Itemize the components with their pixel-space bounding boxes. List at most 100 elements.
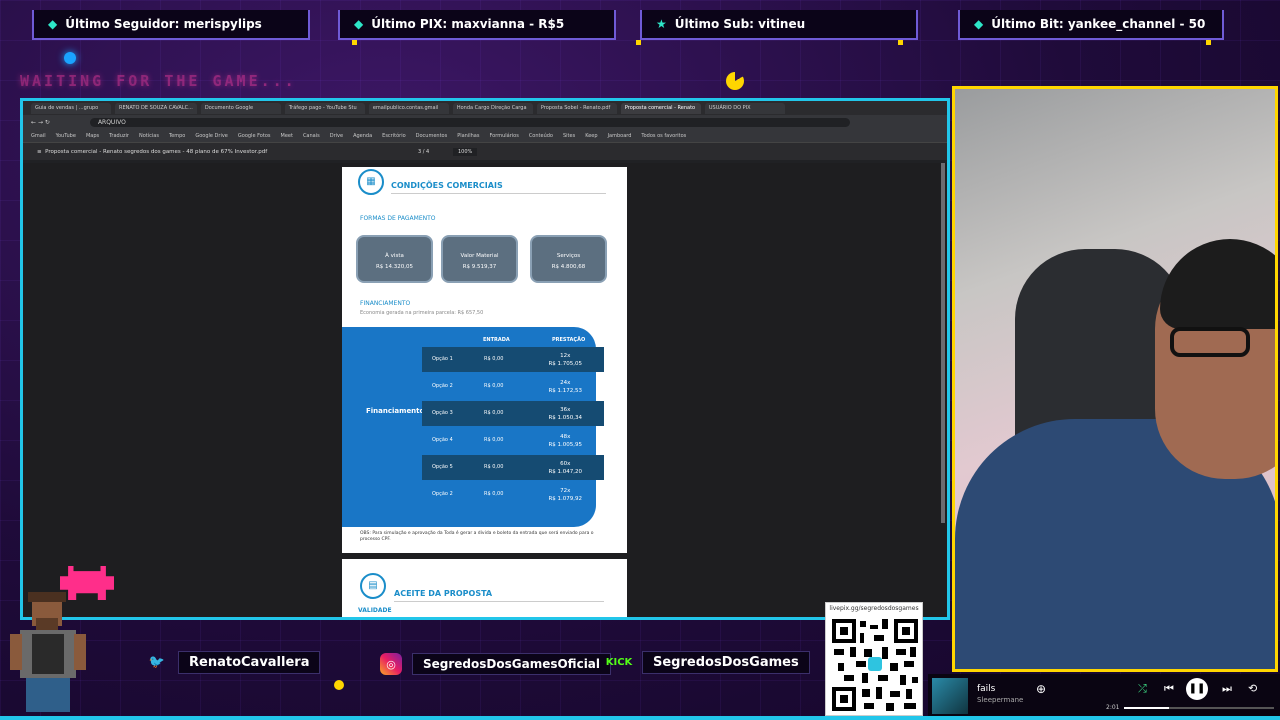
pix-icon: ◆ [354,17,364,31]
pdf-viewer[interactable]: ▦ CONDIÇÕES COMERCIAIS FORMAS DE PAGAMEN… [23,163,947,617]
row-value: R$ 1.079,92 [548,496,582,502]
bookmark-item[interactable]: Google Fotos [238,133,271,139]
add-icon[interactable]: ⊕ [1036,682,1046,696]
bookmark-item[interactable]: Gmail [31,133,46,139]
bookmark-item[interactable]: Notícias [139,133,159,139]
financing-row: Opção 1 R$ 0,00 12x R$ 1.705,05 [422,347,604,372]
browser-tab[interactable]: USUÁRIO DO PIX [704,102,785,114]
bookmark-item[interactable]: Conteúdo [529,133,553,139]
row-installment: 12x R$ 1.705,05 [548,352,582,368]
album-art [932,678,968,714]
browser-tab[interactable]: Tráfego pago - YouTube Stu [284,102,365,114]
row-term: 24x [560,380,571,386]
stat-last-pix: ◆ Último PIX: maxvianna - R$5 [338,10,616,40]
row-option: Opção 2 [432,491,453,497]
bookmark-item[interactable]: Keep [585,133,597,139]
qr-code-icon [830,617,920,713]
payment-heading: FORMAS DE PAGAMENTO [360,215,436,222]
bookmark-item[interactable]: Canais [303,133,320,139]
page-indicator[interactable]: 3 / 4 [418,149,429,155]
financing-row: Opção 4 R$ 0,00 48x R$ 1.005,95 [422,428,604,453]
back-icon[interactable]: ← [31,119,36,126]
financing-row: Opção 3 R$ 0,00 36x R$ 1.050,34 [422,401,604,426]
social-twitter[interactable]: 🐦 RenatoCavallera [146,650,321,674]
browser-tab-active[interactable]: Proposta comercial - Renato [620,102,701,114]
pay-option-label: Serviços [556,253,581,259]
row-value: R$ 1.705,05 [548,361,582,367]
instagram-icon: ◎ [380,653,402,675]
waiting-text: WAITING FOR THE GAME... [20,72,297,90]
bookmark-item[interactable]: Maps [86,133,99,139]
bookmark-item[interactable]: Jamboard [608,133,632,139]
repeat-icon[interactable]: ⟲ [1248,682,1257,695]
bookmark-item[interactable]: Meet [281,133,293,139]
blue-orb-icon [64,52,76,64]
browser-tab[interactable]: Proposta Sobel - Renato.pdf [536,102,617,114]
bookmark-item[interactable]: Escritório [382,133,405,139]
row-installment: 72x R$ 1.079,92 [548,487,582,503]
row-installment: 36x R$ 1.050,34 [548,406,582,422]
reload-icon[interactable]: ↻ [45,119,50,126]
row-entrada: R$ 0,00 [484,383,504,389]
menu-icon[interactable]: ≡ [37,149,42,155]
pixel-dot [1206,40,1211,45]
social-instagram[interactable]: ◎ SegredosDosGamesOficial [380,652,612,676]
section-title: CONDIÇÕES COMERCIAIS [391,181,503,190]
shuffle-icon[interactable]: ⤮ [1138,682,1147,696]
next-icon[interactable]: ⏭ [1222,682,1232,696]
row-entrada: R$ 0,00 [484,491,504,497]
row-option: Opção 5 [432,464,453,470]
forward-icon[interactable]: → [38,119,43,126]
address-input[interactable]: ARQUIVO [89,117,850,127]
bookmark-item[interactable]: Traduzir [109,133,129,139]
bookmark-item[interactable]: Documentos [416,133,448,139]
browser-tab[interactable]: emailpublico.contas.gmail [368,102,449,114]
pause-icon[interactable]: ❚❚ [1186,678,1208,700]
pay-option-card: À vista R$ 14.320,05 [356,235,433,283]
browser-tab[interactable]: Documento Google [200,102,281,114]
screen-share-frame: Guia de vendas | ...grupo RENATO DE SOUZ… [20,98,950,620]
pixel-character [10,592,86,712]
row-option: Opção 2 [432,383,453,389]
pdf-toolbar: ≡ Proposta comercial - Renato segredos d… [23,143,947,160]
previous-icon[interactable]: ⏮ [1164,682,1174,696]
row-value: R$ 1.050,34 [548,415,582,421]
webcam-frame [952,86,1278,672]
bookmark-item[interactable]: Drive [330,133,343,139]
bookmark-item[interactable]: Todos os favoritos [641,133,686,139]
social-handle: RenatoCavallera [178,650,321,674]
bookmark-item[interactable]: Planilhas [457,133,479,139]
stat-last-bit: ◆ Último Bit: yankee_channel - 50 [958,10,1224,40]
progress-bar[interactable] [1124,707,1274,709]
qr-code-panel[interactable]: livepix.gg/segredosdosgames [825,602,923,716]
row-option: Opção 3 [432,410,453,416]
scrollbar[interactable] [941,163,945,523]
col-entrada: ENTRADA [483,337,510,343]
zoom-field[interactable]: 100% [453,147,478,156]
financing-row: Opção 2 R$ 0,00 72x R$ 1.079,92 [422,482,604,507]
financing-row: Opção 5 R$ 0,00 60x R$ 1.047,20 [422,455,604,480]
row-term: 12x [560,353,571,359]
bookmark-item[interactable]: Formulários [489,133,518,139]
stat-last-sub: ★ Último Sub: vitineu [640,10,918,40]
stat-last-follower: ◆ Último Seguidor: merispylips [32,10,310,40]
social-kick[interactable]: KICK SegredosDosGames [606,650,810,674]
pay-option-value: R$ 4.800,68 [551,264,586,270]
browser-tab[interactable]: Guia de vendas | ...grupo [31,102,111,114]
pay-option-value: R$ 9.519,37 [462,264,497,270]
bookmark-item[interactable]: YouTube [56,133,76,139]
financing-note: Economia gerada na primeira parcela: R$ … [360,310,484,316]
browser-tab[interactable]: RENATO DE SOUZA CAVALC... [115,102,197,114]
footnote: OBS: Para simulação e aprovação da Toda … [360,531,594,542]
bookmark-item[interactable]: Tempo [169,133,185,139]
bookmark-item[interactable]: Google Drive [195,133,228,139]
diamond-icon: ◆ [974,17,984,31]
browser-tab[interactable]: Honda Cargo Direção Carga [452,102,533,114]
bookmarks-bar: Gmail YouTube Maps Traduzir Notícias Tempo Goo… [23,129,947,143]
financing-table: Financiamento BV ENTRADA PRESTAÇÃO Opção… [342,327,604,527]
row-entrada: R$ 0,00 [484,464,504,470]
bookmark-item[interactable]: Agenda [353,133,372,139]
qr-label: livepix.gg/segredosdosgames [829,605,919,612]
bookmark-item[interactable]: Sites [563,133,575,139]
row-value: R$ 1.047,20 [548,469,582,475]
